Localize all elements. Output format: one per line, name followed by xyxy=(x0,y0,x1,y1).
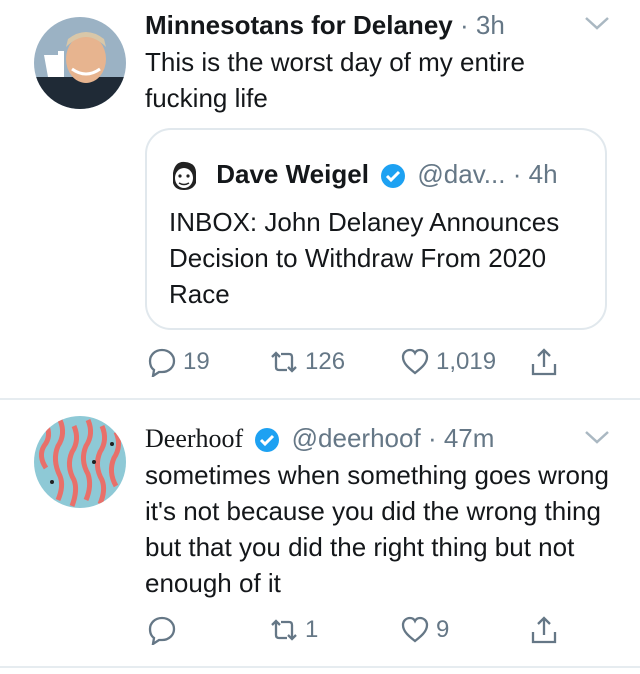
quoted-tweet-header: Dave Weigel @dav... · 4h xyxy=(167,154,558,194)
timestamp[interactable]: 4h xyxy=(529,159,558,189)
like-button[interactable]: 1,019 xyxy=(400,342,496,382)
separator-dot: · xyxy=(459,10,469,40)
share-button[interactable] xyxy=(529,342,559,382)
chevron-down-icon[interactable] xyxy=(584,14,610,32)
retweet-button[interactable]: 126 xyxy=(269,342,345,382)
like-icon xyxy=(401,616,429,643)
share-button[interactable] xyxy=(529,610,559,650)
author-handle[interactable]: @deerhoof xyxy=(292,423,421,453)
divider xyxy=(0,666,640,668)
avatar xyxy=(167,159,201,194)
separator-dot: · xyxy=(427,423,437,453)
verified-badge-icon xyxy=(381,164,406,189)
reply-count: 19 xyxy=(183,348,210,375)
tweet-header: Minnesotans for Delaney · 3h xyxy=(145,5,505,45)
retweet-count: 1 xyxy=(305,616,319,643)
chevron-down-icon[interactable] xyxy=(584,428,610,446)
author-name[interactable]: Deerhoof xyxy=(145,424,243,453)
retweet-icon xyxy=(271,619,297,641)
verified-badge-icon xyxy=(255,428,280,453)
quoted-author-name[interactable]: Dave Weigel xyxy=(216,159,369,189)
share-icon xyxy=(531,616,557,644)
reply-button[interactable]: 19 xyxy=(147,342,210,382)
like-icon xyxy=(401,348,429,375)
retweet-count: 126 xyxy=(305,348,346,375)
avatar[interactable] xyxy=(34,416,126,508)
quoted-tweet[interactable]: Dave Weigel @dav... · 4h INBOX: John Del… xyxy=(145,128,607,330)
timestamp[interactable]: 47m xyxy=(444,423,495,453)
like-button[interactable]: 9 xyxy=(400,610,449,650)
tweet-text: This is the worst day of my entire fucki… xyxy=(145,47,526,113)
quoted-author-handle[interactable]: @dav... xyxy=(417,159,505,189)
retweet-button[interactable]: 1 xyxy=(269,610,318,650)
reply-icon xyxy=(148,616,176,645)
reply-icon xyxy=(148,348,176,377)
quoted-tweet-text: INBOX: John Delaney Announces Decision t… xyxy=(169,207,560,309)
share-icon xyxy=(531,348,557,376)
tweet-text: sometimes when something goes wrong it's… xyxy=(145,460,609,598)
author-name[interactable]: Minnesotans for Delaney xyxy=(145,10,453,40)
timestamp[interactable]: 3h xyxy=(476,10,505,40)
reply-button[interactable] xyxy=(147,610,183,650)
like-count: 1,019 xyxy=(436,348,497,375)
tweet-header: Deerhoof @deerhoof · 47m xyxy=(145,418,494,458)
like-count: 9 xyxy=(436,616,450,643)
tweet[interactable]: Minnesotans for Delaney · 3h This is the… xyxy=(0,0,640,400)
tweet-actions: 19 126 1,019 xyxy=(145,342,575,382)
tweet[interactable]: Deerhoof @deerhoof · 47m sometimes when … xyxy=(0,400,640,670)
avatar[interactable] xyxy=(34,17,126,109)
tweet-actions: 1 9 xyxy=(145,610,575,650)
separator-dot: · xyxy=(512,159,522,189)
retweet-icon xyxy=(271,351,297,373)
